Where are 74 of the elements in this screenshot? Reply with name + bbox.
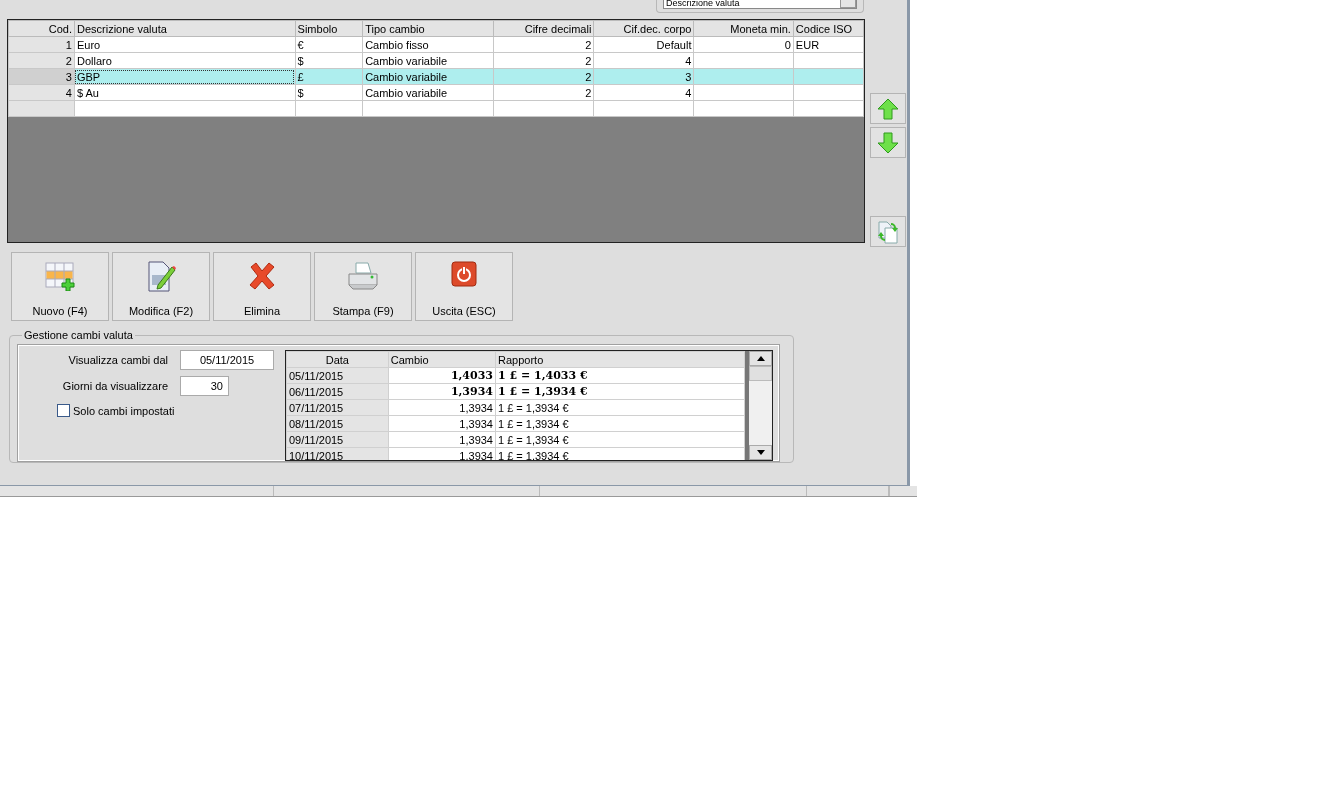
power-icon	[451, 261, 477, 287]
days-field[interactable]: 30	[180, 376, 229, 396]
refresh-document-icon	[877, 219, 899, 244]
up-arrow-icon	[877, 97, 899, 120]
column-header[interactable]: Cif.dec. corpo	[593, 20, 694, 37]
checkbox[interactable]	[57, 404, 70, 417]
body-decimals-cell: Default	[593, 36, 694, 53]
up-triangle-icon	[756, 356, 765, 361]
days-label: Giorni da visualizzare	[61, 380, 168, 392]
delete-button[interactable]: Elimina	[213, 252, 311, 321]
ratio-cell: 1 £ = 1,3934 €	[495, 415, 745, 432]
group-title: Gestione cambi valuta	[23, 329, 134, 341]
description-cell: Euro	[74, 36, 296, 53]
move-up-button[interactable]	[870, 93, 906, 124]
dropdown-button[interactable]	[840, 0, 856, 8]
column-header[interactable]: Codice ISO	[793, 20, 864, 37]
document-pencil-icon	[146, 261, 176, 293]
new-button[interactable]: Nuovo (F4)	[11, 252, 109, 321]
ratio-cell: 1 £ = 1,4033 €	[495, 367, 745, 384]
scroll-up-button[interactable]	[749, 351, 772, 366]
table-row[interactable]: 1 Euro € Cambio fisso 2 Default 0 EUR	[8, 36, 864, 53]
iso-code-cell: EUR	[793, 36, 864, 53]
description-cell: $ Au	[74, 84, 296, 101]
rate-cell: 1,3934	[388, 415, 496, 432]
symbol-cell: $	[295, 52, 363, 69]
decimals-cell: 2	[493, 36, 594, 53]
move-down-button[interactable]	[870, 127, 906, 158]
printer-icon	[347, 261, 379, 291]
description-cell: Dollaro	[74, 52, 296, 69]
iso-code-cell	[793, 52, 864, 69]
rate-cell: 1,3934	[388, 399, 496, 416]
scrollbar[interactable]	[745, 351, 772, 460]
table-row[interactable]: 3 GBP £ Cambio variabile 2 3	[8, 68, 864, 85]
rate-cell: 1,4033	[388, 367, 496, 384]
refresh-button[interactable]	[870, 216, 906, 247]
down-triangle-icon	[756, 450, 765, 455]
min-coin-cell: 0	[693, 36, 794, 53]
table-row[interactable]: 4 $ Au $ Cambio variabile 2 4	[8, 84, 864, 101]
down-arrow-icon	[877, 131, 899, 154]
exit-button[interactable]: Uscita (ESC)	[415, 252, 513, 321]
decimals-cell: 2	[493, 84, 594, 101]
exchange-type-cell: Cambio fisso	[362, 36, 494, 53]
exchange-type-cell: Cambio variabile	[362, 52, 494, 69]
symbol-cell: €	[295, 36, 363, 53]
symbol-cell: $	[295, 84, 363, 101]
rate-cell: 1,3934	[388, 383, 496, 400]
edit-button[interactable]: Modifica (F2)	[112, 252, 210, 321]
ratio-cell: 1 £ = 1,3934 €	[495, 383, 745, 400]
table-add-icon	[44, 261, 76, 291]
date-label: Visualizza cambi dal	[67, 354, 168, 366]
column-header[interactable]: Cambio	[388, 351, 496, 368]
filter-dropdown[interactable]: Descrizione valuta	[663, 0, 857, 9]
column-header[interactable]: Moneta min.	[693, 20, 794, 37]
column-header[interactable]: Data	[286, 351, 389, 368]
decimals-cell: 2	[493, 52, 594, 69]
column-header[interactable]: Cod.	[8, 20, 75, 37]
rate-cell: 1,3934	[388, 431, 496, 448]
column-header[interactable]: Tipo cambio	[362, 20, 494, 37]
scroll-down-button[interactable]	[749, 445, 772, 460]
exchange-type-cell: Cambio variabile	[362, 84, 494, 101]
body-decimals-cell: 4	[593, 84, 694, 101]
scroll-thumb[interactable]	[749, 366, 772, 381]
delete-x-icon	[247, 261, 277, 291]
print-button[interactable]: Stampa (F9)	[314, 252, 412, 321]
table-row[interactable]: 2 Dollaro $ Cambio variabile 2 4	[8, 52, 864, 69]
column-header[interactable]: Descrizione valuta	[74, 20, 296, 37]
checkbox-label: Solo cambi impostati	[73, 404, 175, 417]
column-header[interactable]: Cifre decimali	[493, 20, 594, 37]
ratio-cell: 1 £ = 1,3934 €	[495, 399, 745, 416]
ratio-cell: 1 £ = 1,3934 €	[495, 431, 745, 448]
column-header[interactable]: Rapporto	[495, 351, 745, 368]
body-decimals-cell: 4	[593, 52, 694, 69]
date-field[interactable]: 05/11/2015	[180, 350, 274, 370]
column-header[interactable]: Simbolo	[295, 20, 363, 37]
